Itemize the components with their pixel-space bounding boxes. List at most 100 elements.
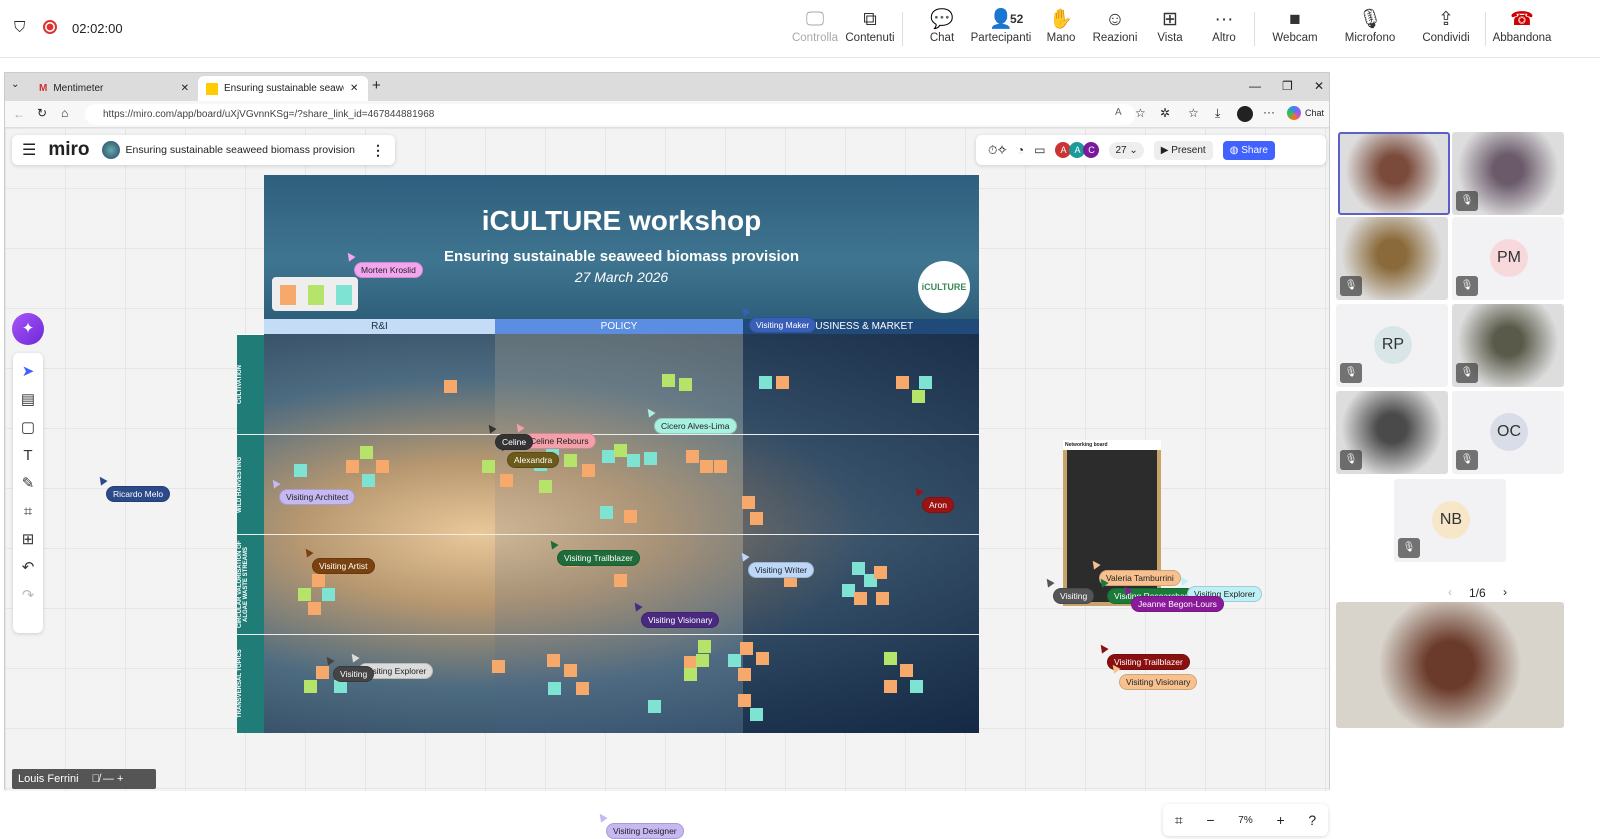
sticky-note[interactable] <box>376 460 389 473</box>
sticky-note[interactable] <box>576 682 589 695</box>
sticky-note[interactable] <box>684 668 697 681</box>
sticky-note[interactable] <box>548 682 561 695</box>
comments-icon[interactable]: ◔ <box>1017 143 1024 157</box>
url-input[interactable]: https://miro.com/app/board/uXjVGvnnKSg=/… <box>85 104 1135 125</box>
favorites-icon[interactable]: ☆ <box>1188 106 1199 120</box>
participant-video-tile[interactable]: 🎙 <box>1452 132 1564 215</box>
workshop-board-frame[interactable]: iCULTURE workshop Ensuring sustainable s… <box>237 175 979 733</box>
active-speaker-video[interactable] <box>1336 602 1564 728</box>
sticky-note[interactable] <box>312 574 325 587</box>
menu-icon[interactable]: ☰ <box>22 140 36 160</box>
profile-avatar[interactable] <box>1237 106 1253 122</box>
redo-icon[interactable]: ↷ <box>14 581 42 609</box>
participant-video-tile[interactable]: 🎙 <box>1452 304 1564 387</box>
sticky-note[interactable] <box>346 460 359 473</box>
sticky-note[interactable] <box>298 588 311 601</box>
sticky-note[interactable] <box>756 652 769 665</box>
tab-list-chevron-icon[interactable]: ⌄ <box>11 79 19 90</box>
read-aloud-icon[interactable]: A <box>1115 107 1122 118</box>
sticky-note[interactable] <box>614 444 627 457</box>
frame-tool-icon[interactable]: ⌗ <box>14 497 42 525</box>
participant-video-tile[interactable]: RP 🎙 <box>1336 304 1448 387</box>
sticky-note[interactable] <box>740 642 753 655</box>
sticky-note[interactable] <box>910 680 923 693</box>
sticky-note[interactable] <box>750 708 763 721</box>
sticky-note[interactable] <box>539 480 552 493</box>
condividi-button[interactable]: ⇪ Condividi <box>1411 8 1481 44</box>
sticky-note[interactable] <box>896 376 909 389</box>
sticky-note[interactable] <box>304 680 317 693</box>
participant-video-tile[interactable]: NB 🎙 <box>1394 479 1506 562</box>
tab-mentimeter[interactable]: M Mentimeter ✕ <box>31 76 197 101</box>
participant-video-tile[interactable] <box>1338 132 1450 215</box>
sticky-note[interactable] <box>644 452 657 465</box>
next-page-icon[interactable]: › <box>1503 585 1507 599</box>
close-tab-icon[interactable]: ✕ <box>350 83 358 94</box>
sticky-note[interactable] <box>750 512 763 525</box>
sticky-note[interactable] <box>564 454 577 467</box>
fit-frame-icon[interactable]: ⌗ <box>1175 812 1183 829</box>
sticky-note[interactable] <box>742 496 755 509</box>
present-button[interactable]: ▶ Present <box>1153 140 1213 160</box>
board-name[interactable]: Ensuring sustainable seaweed biomass pro… <box>126 144 355 156</box>
templates-icon[interactable]: ▤ <box>14 385 42 413</box>
sticky-note[interactable] <box>876 592 889 605</box>
sticky-note[interactable] <box>627 454 640 467</box>
sticky-note[interactable] <box>912 390 925 403</box>
sticky-note[interactable] <box>728 654 741 667</box>
abbandona-button[interactable]: ☎ Abbandona <box>1487 8 1557 44</box>
sticky-note[interactable] <box>738 668 751 681</box>
sticky-note[interactable] <box>322 588 335 601</box>
downloads-icon[interactable]: ⤓ <box>1215 106 1220 121</box>
sticky-note[interactable] <box>696 654 709 667</box>
sticky-note[interactable] <box>308 602 321 615</box>
pen-tool-icon[interactable]: ✎ <box>14 469 42 497</box>
text-tool-icon[interactable]: T <box>14 441 42 469</box>
close-tab-icon[interactable]: ✕ <box>181 83 189 94</box>
minimize-icon[interactable]: — <box>1249 79 1261 93</box>
tab-miro[interactable]: Ensuring sustainable seaweed bio ✕ <box>198 76 368 101</box>
zoom-level[interactable]: 7% <box>1238 815 1252 826</box>
board-menu-icon[interactable]: ⋮ <box>371 142 385 159</box>
sticky-note[interactable] <box>884 652 897 665</box>
video-call-icon[interactable]: ▭ <box>1034 143 1045 157</box>
online-count[interactable]: 27 ⌄ <box>1109 141 1144 159</box>
sticky-note[interactable] <box>294 464 307 477</box>
favorite-star-icon[interactable]: ☆ <box>1135 106 1146 120</box>
sticky-note[interactable] <box>679 378 692 391</box>
select-tool-icon[interactable]: ➤ <box>14 357 42 385</box>
sticky-note[interactable] <box>738 694 751 707</box>
ai-assist-button[interactable]: ✦ <box>12 313 44 345</box>
participant-video-tile[interactable]: 🎙 <box>1336 217 1448 300</box>
expand-icon[interactable]: + <box>117 773 123 785</box>
zoom-in-icon[interactable]: + <box>1276 812 1284 828</box>
zoom-out-icon[interactable]: − <box>1206 812 1214 828</box>
sticky-note[interactable] <box>759 376 772 389</box>
contenuti-button[interactable]: ⧉ Contenuti <box>835 8 905 44</box>
sticky-note[interactable] <box>854 592 867 605</box>
sticky-note[interactable] <box>698 640 711 653</box>
help-icon[interactable]: ? <box>1308 812 1316 828</box>
participant-video-tile[interactable]: PM 🎙 <box>1452 217 1564 300</box>
sticky-note[interactable] <box>500 474 513 487</box>
sticky-note[interactable] <box>874 566 887 579</box>
sticky-note-icon[interactable]: ▢ <box>14 413 42 441</box>
sticky-note[interactable] <box>564 664 577 677</box>
timer-reactions-icon[interactable]: ⏱✧ <box>988 143 1007 158</box>
participant-video-tile[interactable]: 🎙 <box>1336 391 1448 474</box>
sticky-note[interactable] <box>662 374 675 387</box>
sticky-note[interactable] <box>600 506 613 519</box>
sticky-note[interactable] <box>919 376 932 389</box>
back-icon[interactable]: ← <box>13 107 25 121</box>
sticky-note[interactable] <box>700 460 713 473</box>
altro-button[interactable]: ··· Altro <box>1189 8 1259 44</box>
sticky-note[interactable] <box>444 380 457 393</box>
sticky-note[interactable] <box>686 450 699 463</box>
more-icon[interactable]: ··· <box>1263 105 1275 119</box>
more-tools-icon[interactable]: ⊞ <box>14 525 42 553</box>
home-icon[interactable]: ⌂ <box>61 106 68 120</box>
participant-video-tile[interactable]: OC 🎙 <box>1452 391 1564 474</box>
sticky-note[interactable] <box>482 460 495 473</box>
close-window-icon[interactable]: ✕ <box>1314 79 1324 93</box>
reload-icon[interactable]: ↻ <box>37 106 47 120</box>
